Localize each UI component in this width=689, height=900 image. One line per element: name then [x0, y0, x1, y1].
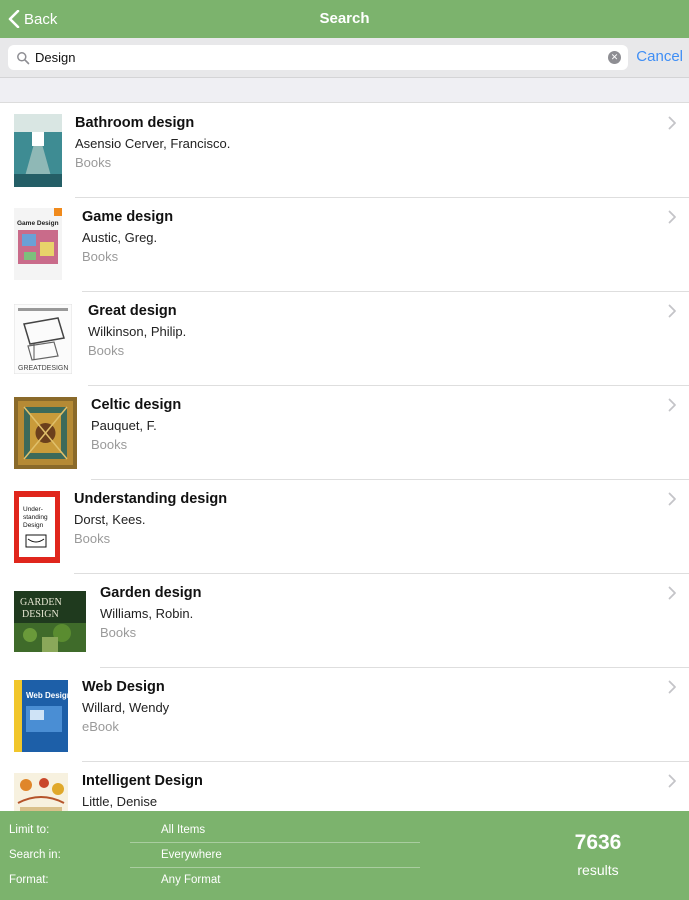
format-label: Format: — [9, 874, 49, 886]
app: Back Search ✕ Cancel Bathroom — [0, 0, 689, 900]
result-format: Books — [82, 249, 119, 264]
search-in-value[interactable]: Everywhere — [161, 849, 222, 861]
search-bar: ✕ Cancel — [0, 38, 689, 78]
search-field: ✕ — [8, 45, 628, 70]
result-format: Books — [88, 343, 125, 358]
search-icon — [17, 51, 30, 64]
book-cover-web-design: Web Design — [14, 680, 68, 752]
chevron-right-icon — [668, 304, 676, 318]
results-count: 7636 — [574, 831, 622, 854]
cover-garden-line2: DESIGN — [22, 609, 59, 620]
chevron-right-icon — [668, 116, 676, 130]
limit-label: Limit to: — [9, 824, 50, 836]
result-title: Game design — [82, 209, 174, 225]
book-cover-celtic-design — [14, 397, 77, 469]
result-author: Asensio Cerver, Francisco. — [75, 136, 231, 151]
result-row[interactable]: Game Design Game design Austic, Greg. Bo… — [0, 198, 689, 292]
footer-divider — [130, 867, 420, 868]
result-author: Willard, Wendy — [82, 700, 170, 715]
result-title: Celtic design — [91, 397, 182, 413]
book-cover-bathroom — [14, 114, 62, 187]
result-title: Garden design — [100, 585, 202, 601]
cover-understanding-line1: Under- — [23, 506, 43, 513]
result-author: Williams, Robin. — [100, 606, 194, 621]
result-title: Bathroom design — [75, 115, 195, 131]
result-row[interactable]: Celtic design Pauquet, F. Books — [0, 386, 689, 480]
result-title: Intelligent Design — [82, 773, 203, 789]
section-spacer — [0, 78, 689, 103]
result-format: Books — [100, 625, 137, 640]
chevron-right-icon — [668, 398, 676, 412]
result-row[interactable]: Intelligent Design Little, Denise — [0, 762, 689, 811]
result-author: Wilkinson, Philip. — [88, 324, 187, 339]
book-cover-game-design: Game Design — [14, 208, 62, 280]
result-row[interactable]: Bathroom design Asensio Cerver, Francisc… — [0, 104, 689, 198]
filter-footer: Limit to: All Items Search in: Everywher… — [0, 811, 689, 900]
result-format: Books — [91, 437, 128, 452]
page-title: Search — [319, 10, 370, 27]
clear-search-icon[interactable]: ✕ — [608, 51, 621, 64]
results-count-label: results — [577, 862, 619, 878]
book-cover-intelligent-design — [14, 773, 68, 811]
result-format: Books — [74, 531, 111, 546]
result-title: Web Design — [82, 679, 165, 695]
chevron-right-icon — [668, 492, 676, 506]
result-title: Great design — [88, 303, 177, 319]
result-title: Understanding design — [74, 491, 228, 507]
cover-understanding-line2: standing — [23, 514, 48, 521]
cover-web-text: Web Design — [26, 691, 68, 700]
result-format: Books — [75, 155, 112, 170]
result-author: Dorst, Kees. — [74, 512, 146, 527]
cover-game-text: Game Design — [17, 220, 59, 227]
result-author: Little, Denise — [82, 794, 158, 809]
chevron-right-icon — [668, 774, 676, 788]
result-author: Austic, Greg. — [82, 230, 158, 245]
search-input[interactable] — [35, 46, 595, 69]
format-value[interactable]: Any Format — [161, 874, 220, 886]
book-cover-understanding-design: Under- standing Design — [14, 491, 60, 563]
result-row[interactable]: GARDEN DESIGN Garden design Williams, Ro… — [0, 574, 689, 668]
chevron-right-icon — [668, 680, 676, 694]
nav-bar: Back Search — [0, 0, 689, 38]
result-row[interactable]: Under- standing Design Understanding des… — [0, 480, 689, 574]
result-row[interactable]: GREATDESIGN Great design Wilkinson, Phil… — [0, 292, 689, 386]
results-list[interactable]: Bathroom design Asensio Cerver, Francisc… — [0, 104, 689, 811]
result-format: eBook — [82, 719, 119, 734]
search-in-label: Search in: — [9, 849, 61, 861]
chevron-right-icon — [668, 210, 676, 224]
result-author: Pauquet, F. — [91, 418, 157, 433]
book-cover-garden-design: GARDEN DESIGN — [14, 591, 86, 652]
footer-divider — [130, 842, 420, 843]
cover-understanding-line3: Design — [23, 522, 44, 529]
limit-value[interactable]: All Items — [161, 824, 205, 836]
book-cover-great-design: GREATDESIGN — [14, 304, 72, 374]
cancel-button[interactable]: Cancel — [636, 48, 683, 65]
result-row[interactable]: Web Design Web Design Willard, Wendy eBo… — [0, 668, 689, 762]
cover-garden-line1: GARDEN — [20, 597, 62, 608]
cover-great-text: GREATDESIGN — [18, 365, 68, 372]
chevron-right-icon — [668, 586, 676, 600]
